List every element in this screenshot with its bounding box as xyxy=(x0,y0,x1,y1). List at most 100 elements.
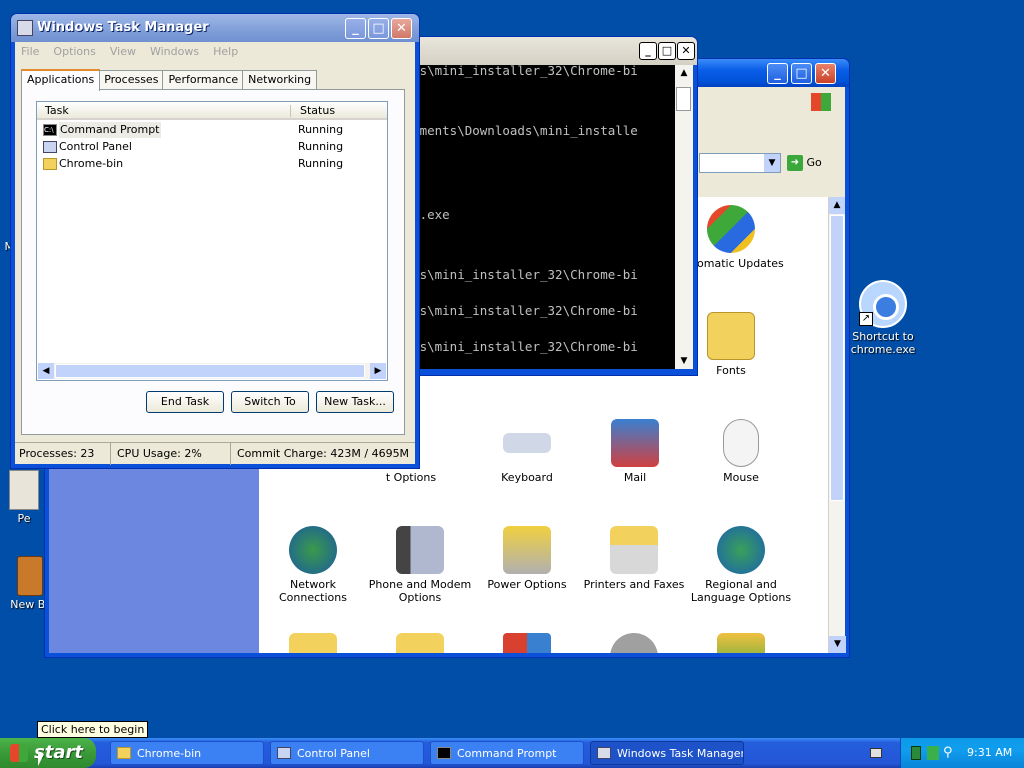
folder-icon xyxy=(43,158,57,170)
column-separator[interactable] xyxy=(290,105,291,117)
chevron-down-icon[interactable]: ▼ xyxy=(764,154,780,172)
cp-item-label: Keyboard xyxy=(501,471,553,484)
task-manager-icon xyxy=(597,747,611,759)
column-task[interactable]: Task xyxy=(45,102,69,119)
scroll-up-arrow-icon[interactable]: ▲ xyxy=(829,197,845,214)
network-tray-icon[interactable] xyxy=(927,746,939,760)
scroll-down-arrow-icon[interactable]: ▼ xyxy=(675,353,693,369)
cp-item-label: Phone and Modem Options xyxy=(368,578,472,604)
maximize-button[interactable]: □ xyxy=(791,63,812,84)
minimize-button[interactable]: _ xyxy=(345,18,366,39)
network-icon xyxy=(289,526,337,574)
taskbar-button-command-prompt[interactable]: Command Prompt xyxy=(430,741,584,765)
tab-strip: Applications Processes Performance Networki… xyxy=(21,68,318,91)
cp-item-keyboard[interactable]: Keyboard xyxy=(473,419,581,484)
cp-item-label: Power Options xyxy=(487,578,567,591)
close-button[interactable]: ✕ xyxy=(677,42,695,60)
go-label: Go xyxy=(806,156,822,169)
switch-to-button[interactable]: Switch To xyxy=(231,391,309,413)
cp-item-phone-modem[interactable]: Phone and Modem Options xyxy=(366,526,474,604)
scroll-thumb[interactable] xyxy=(55,364,365,378)
tab-processes[interactable]: Processes xyxy=(98,70,165,90)
scroll-down-arrow-icon[interactable]: ▼ xyxy=(829,636,846,653)
taskbar-button-control-panel[interactable]: Control Panel xyxy=(270,741,424,765)
cp-item-printers-faxes[interactable]: Printers and Faxes xyxy=(580,526,688,591)
search-icon[interactable]: ⚲ xyxy=(943,746,953,760)
tab-performance[interactable]: Performance xyxy=(162,70,245,90)
tab-applications[interactable]: Applications xyxy=(21,69,101,91)
minimize-button[interactable]: _ xyxy=(639,42,657,60)
mouse-icon xyxy=(723,419,759,467)
menu-file[interactable]: File xyxy=(21,45,39,58)
keyboard-layout-icon[interactable] xyxy=(870,748,882,758)
cp-item-row4-3[interactable] xyxy=(473,633,581,653)
applications-panel: Task Status C:\ Command Prompt Running C… xyxy=(21,89,405,435)
console-output[interactable]: oads\mini_installer_32\Chrome-bi ocuments… xyxy=(397,65,675,369)
minimize-button[interactable]: _ xyxy=(767,63,788,84)
close-button[interactable]: ✕ xyxy=(391,18,412,39)
console-scrollbar[interactable]: ▲ ▼ xyxy=(675,65,693,369)
task-manager-window[interactable]: Windows Task Manager _ □ ✕ File Options Vi… xyxy=(10,13,420,469)
security-shield-icon xyxy=(503,633,551,653)
cp-item-label: Mail xyxy=(623,471,647,484)
scroll-up-arrow-icon[interactable]: ▲ xyxy=(675,65,693,81)
cp-item-row4-5[interactable] xyxy=(687,633,795,653)
menu-help[interactable]: Help xyxy=(213,45,238,58)
status-processes: Processes: 23 xyxy=(15,443,111,465)
task-name: Chrome-bin xyxy=(59,157,124,170)
menu-view[interactable]: View xyxy=(110,45,136,58)
tab-networking[interactable]: Networking xyxy=(242,70,318,90)
cp-item-mouse[interactable]: Mouse xyxy=(687,419,795,484)
taskbar-button-task-manager[interactable]: Windows Task Manager xyxy=(590,741,744,765)
cp-item-regional-language[interactable]: Regional and Language Options xyxy=(687,526,795,604)
scroll-thumb[interactable] xyxy=(676,87,691,111)
clock[interactable]: 9:31 AM xyxy=(967,738,1012,768)
scroll-right-arrow-icon[interactable]: ▶ xyxy=(370,363,386,379)
cp-item-power-options[interactable]: Power Options xyxy=(473,526,581,591)
task-list[interactable]: Task Status C:\ Command Prompt Running C… xyxy=(36,101,388,381)
tray-app-icon[interactable] xyxy=(911,746,921,760)
close-button[interactable]: ✕ xyxy=(815,63,836,84)
column-status[interactable]: Status xyxy=(300,102,335,119)
task-row[interactable]: Control Panel Running xyxy=(41,139,381,155)
console-line: ocuments\Downloads\mini_installe xyxy=(397,123,638,138)
end-task-button[interactable]: End Task xyxy=(146,391,224,413)
desktop-icon-chrome-shortcut[interactable]: ↗ Shortcut to chrome.exe xyxy=(843,280,923,356)
address-dropdown[interactable]: ▼ xyxy=(699,153,781,173)
go-button[interactable]: ➜ Go xyxy=(787,153,831,173)
start-tooltip: Click here to begin xyxy=(37,721,149,738)
scheduled-tasks-icon xyxy=(396,633,444,653)
menu-options[interactable]: Options xyxy=(53,45,95,58)
task-list-header: Task Status xyxy=(37,102,387,120)
cp-item-row4-1[interactable] xyxy=(259,633,367,653)
task-list-hscroll[interactable]: ◀ ▶ xyxy=(38,363,386,379)
taskbar-button-label: Windows Task Manager xyxy=(617,747,744,760)
scroll-thumb[interactable] xyxy=(830,215,844,501)
taskbar-button-label: Command Prompt xyxy=(457,747,557,760)
menu-windows[interactable]: Windows xyxy=(150,45,199,58)
scanner-camera-icon xyxy=(289,633,337,653)
cp-item-network-connections[interactable]: Network Connections xyxy=(259,526,367,604)
cp-item-mail[interactable]: Mail xyxy=(581,419,689,484)
task-row[interactable]: C:\ Command Prompt Running xyxy=(41,122,381,138)
maximize-button[interactable]: □ xyxy=(368,18,389,39)
taskbar-button-chrome-bin[interactable]: Chrome-bin xyxy=(110,741,264,765)
new-task-button[interactable]: New Task... xyxy=(316,391,394,413)
mail-icon xyxy=(611,419,659,467)
status-cpu: CPU Usage: 2% xyxy=(113,443,231,465)
control-panel-icon xyxy=(43,141,57,153)
task-row[interactable]: Chrome-bin Running xyxy=(41,156,381,172)
cp-item-row4-4[interactable] xyxy=(580,633,688,653)
control-panel-scrollbar[interactable]: ▲ ▼ xyxy=(828,197,846,653)
cp-item-row4-2[interactable] xyxy=(366,633,474,653)
scroll-left-arrow-icon[interactable]: ◀ xyxy=(38,363,54,379)
task-name: Command Prompt xyxy=(59,122,161,138)
maximize-button[interactable]: □ xyxy=(658,42,676,60)
start-button[interactable]: start xyxy=(0,738,96,768)
system-tray: ⚲ 9:31 AM xyxy=(900,738,1024,768)
command-prompt-window[interactable]: _ □ ✕ oads\mini_installer_32\Chrome-bi oc… xyxy=(392,36,698,376)
mouse-cursor-icon xyxy=(38,754,44,766)
